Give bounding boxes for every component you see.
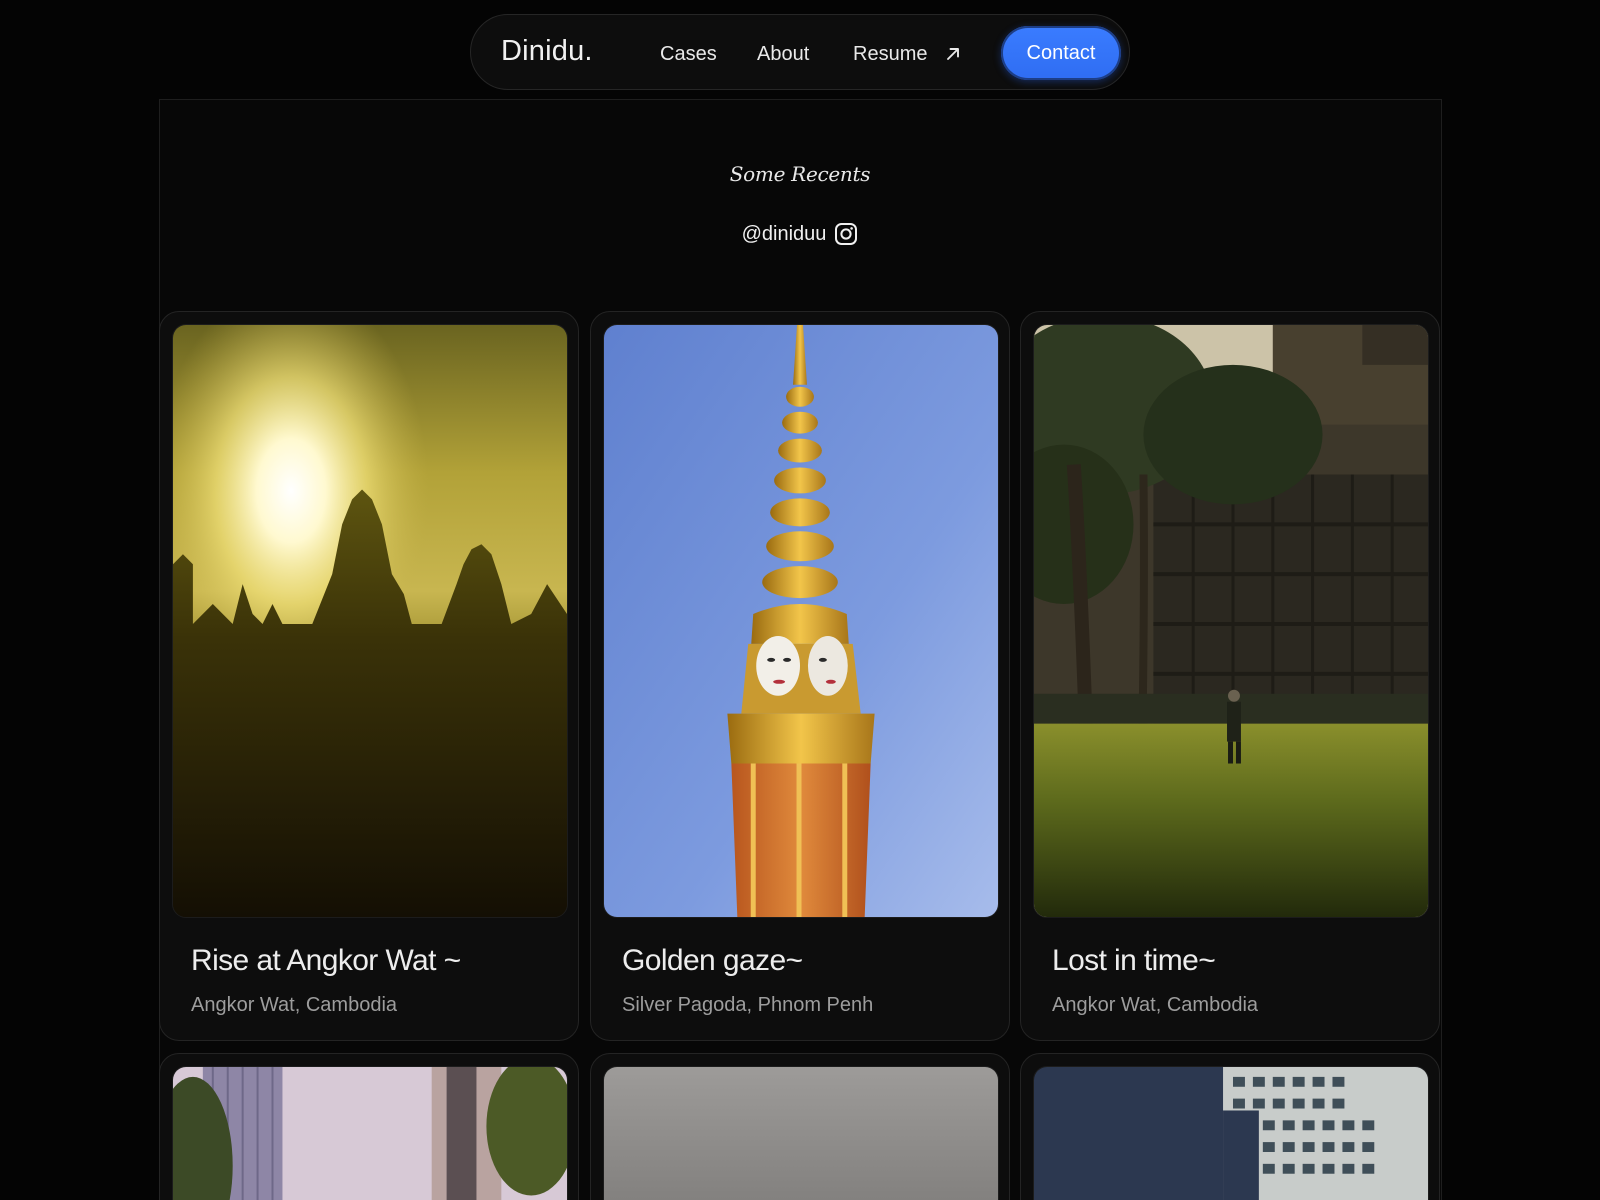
photo-image [1033, 324, 1429, 918]
photo-title[interactable]: Lost in time~ [1052, 944, 1216, 978]
section-title: Some Recents [729, 162, 871, 186]
photo-card[interactable] [590, 1053, 1010, 1200]
page: Dinidu. Cases About Resume Contact Some … [0, 0, 1600, 1200]
photo-card[interactable]: Lost in time~ Angkor Wat, Cambodia [1020, 311, 1440, 1041]
brand-logo[interactable]: Dinidu. [501, 35, 593, 68]
photo-location: Silver Pagoda, Phnom Penh [622, 994, 874, 1016]
photo-image [603, 1066, 999, 1200]
photo-image [603, 324, 999, 918]
instagram-link[interactable]: @diniduu [0, 222, 1600, 246]
photo-card[interactable]: Golden gaze~ Silver Pagoda, Phnom Penh [590, 311, 1010, 1041]
arrow-up-right-icon[interactable] [944, 45, 962, 63]
nav-link-about[interactable]: About [757, 43, 809, 66]
photo-location: Angkor Wat, Cambodia [1052, 994, 1259, 1016]
photo-title[interactable]: Rise at Angkor Wat ~ [191, 944, 461, 978]
photo-image [1033, 1066, 1429, 1200]
photo-image [172, 1066, 568, 1200]
photo-location: Angkor Wat, Cambodia [191, 994, 398, 1016]
contact-button[interactable]: Contact [1001, 26, 1121, 80]
instagram-handle[interactable]: @diniduu [742, 223, 827, 246]
photo-card[interactable] [159, 1053, 579, 1200]
photo-title[interactable]: Golden gaze~ [622, 944, 803, 978]
nav-link-resume[interactable]: Resume [853, 43, 927, 66]
photo-card[interactable]: Rise at Angkor Wat ~ Angkor Wat, Cambodi… [159, 311, 579, 1041]
photo-card[interactable] [1020, 1053, 1440, 1200]
instagram-icon[interactable] [834, 222, 858, 246]
top-nav: Dinidu. Cases About Resume Contact [470, 14, 1130, 90]
photo-image [172, 324, 568, 918]
nav-link-cases[interactable]: Cases [660, 43, 717, 66]
